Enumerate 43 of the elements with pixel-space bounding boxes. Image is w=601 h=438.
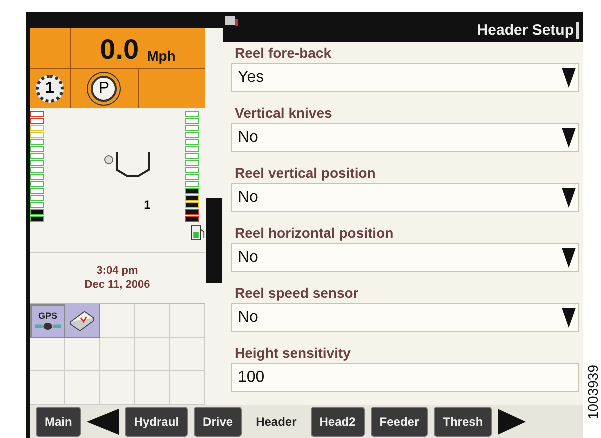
date-text: Dec 11, 2006 — [84, 279, 150, 291]
empty-app-slot[interactable] — [135, 304, 170, 338]
dropdown-field[interactable]: No — [231, 183, 579, 212]
empty-app-slot[interactable] — [135, 338, 170, 372]
empty-app-slot[interactable] — [100, 338, 135, 372]
setting-label: Reel horizontal position — [234, 224, 395, 243]
setting-label: Vertical knives — [234, 104, 334, 123]
gps-button[interactable]: GPS — [30, 304, 65, 338]
setting-label: Reel fore-back — [234, 44, 332, 63]
caret-icon — [562, 248, 576, 268]
clock-time: 3:04 pm — [96, 265, 138, 277]
combine-icon — [225, 14, 239, 26]
caret-icon — [562, 128, 576, 148]
empty-app-slot[interactable] — [30, 338, 65, 372]
nav-tab[interactable]: Header — [248, 408, 305, 436]
dropdown-field[interactable]: No — [231, 303, 579, 332]
gear-indicator: 1 — [36, 74, 64, 102]
speed-unit: Mph — [147, 48, 176, 64]
nav-tab[interactable]: Feeder — [370, 406, 428, 436]
dropdown-field[interactable]: Yes — [231, 63, 579, 92]
book-icon[interactable] — [68, 309, 96, 332]
setting-label: Height sensitivity — [234, 344, 352, 363]
setting-label: Reel speed sensor — [234, 284, 360, 303]
nav-tab[interactable]: Thresh — [434, 406, 492, 436]
scroll-thumb[interactable] — [206, 198, 222, 283]
satellite-icon — [35, 320, 61, 332]
dropdown-field[interactable]: No — [231, 243, 579, 272]
speed-value: 0.0 — [100, 36, 140, 64]
caret-icon — [562, 308, 576, 328]
figure-number: 1003939 — [585, 365, 601, 420]
panel-title: Header Setup — [477, 22, 579, 39]
nav-tab[interactable]: Head2 — [310, 406, 365, 436]
caret-icon — [562, 68, 576, 88]
setting-label: Reel vertical position — [234, 164, 377, 183]
nav-tab[interactable]: Main — [36, 406, 82, 436]
nav-tab[interactable]: Drive — [194, 406, 242, 436]
dropdown-field[interactable]: No — [231, 123, 579, 152]
caret-icon — [562, 188, 576, 208]
right-arrow-icon[interactable] — [498, 408, 526, 434]
input-field[interactable]: 100 — [231, 363, 579, 392]
nav-tab[interactable]: Hydraul — [125, 406, 188, 436]
gauge-count: 1 — [144, 198, 151, 212]
empty-app-slot[interactable] — [65, 338, 100, 372]
